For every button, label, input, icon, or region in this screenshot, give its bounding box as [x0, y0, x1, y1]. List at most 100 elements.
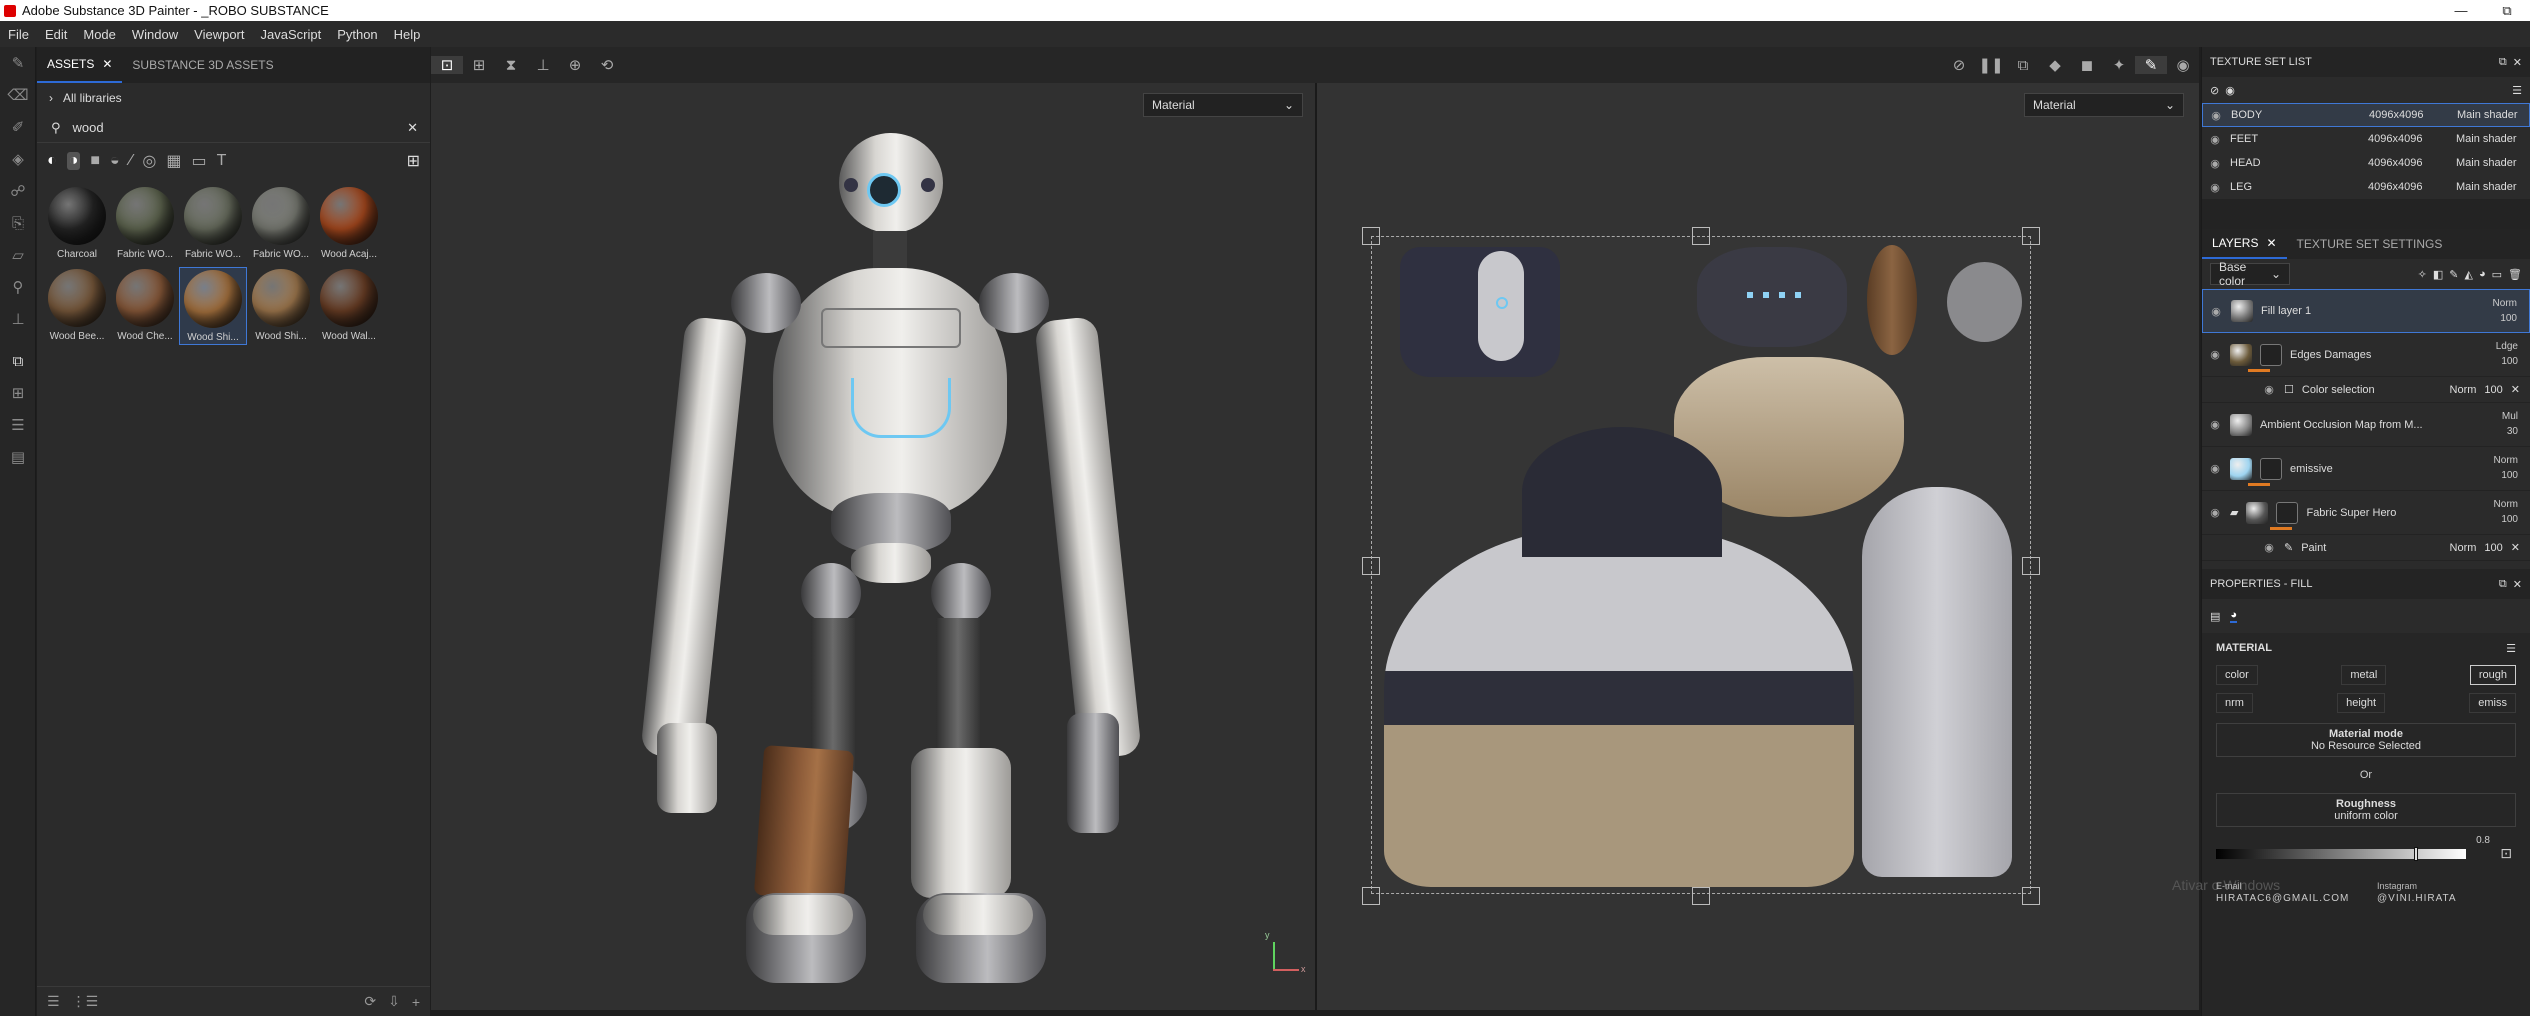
mask-thumbnail-icon[interactable] — [2276, 501, 2299, 524]
search-input[interactable]: wood — [73, 120, 396, 135]
float-panel-icon[interactable]: ⧉ — [2499, 56, 2507, 69]
mask-thumbnail-icon[interactable] — [2260, 343, 2282, 366]
symmetry-icon[interactable]: ⧗ — [495, 57, 527, 74]
pause-icon[interactable]: ❚❚ — [1975, 56, 2007, 74]
texture-set-row[interactable]: ◉ BODY 4096x4096 Main shader — [2202, 103, 2530, 127]
add-icon[interactable]: + — [412, 994, 420, 1010]
channel-height-button[interactable]: height — [2337, 693, 2386, 713]
menu-window[interactable]: Window — [124, 27, 186, 42]
menu-help[interactable]: Help — [386, 27, 429, 42]
section-menu-icon[interactable]: ☰ — [2506, 642, 2516, 655]
reset-camera-icon[interactable]: ⟲ — [591, 56, 623, 74]
layer-blend[interactable]: Mul 30 — [2502, 409, 2518, 439]
layer-row[interactable]: ◉ Fill layer 1 Norm 100 — [2202, 289, 2530, 333]
hide-icon[interactable]: ⊘ — [2210, 84, 2219, 97]
settings-menu-icon[interactable]: ☰ — [2512, 84, 2522, 97]
roughness-slider-thumb[interactable] — [2414, 847, 2418, 861]
tab-texture-set-settings[interactable]: TEXTURE SET SETTINGS — [2287, 229, 2453, 259]
filter-environments-icon[interactable]: ▭ — [191, 151, 206, 171]
menu-python[interactable]: Python — [329, 27, 385, 42]
assets-panel-icon[interactable]: ⧉ — [0, 345, 36, 377]
paint-mode-icon[interactable]: ✎ — [2135, 56, 2167, 74]
eye-icon[interactable]: ◉ — [2209, 305, 2223, 318]
layer-blend[interactable]: Norm 100 — [2494, 453, 2518, 483]
sub-layer-row[interactable]: ◉ ✎ Paint Norm 100 ✕ — [2202, 535, 2530, 561]
display-settings-icon[interactable]: ⧉ — [2007, 57, 2039, 74]
channel-metal-button[interactable]: metal — [2341, 665, 2387, 685]
align-icon[interactable]: ⊥ — [527, 56, 559, 74]
blend-mode[interactable]: Norm — [2450, 384, 2477, 396]
2d-view-mode-select[interactable]: Material ⌄ — [2024, 93, 2184, 117]
add-mask-icon[interactable]: ◧ — [2433, 268, 2443, 281]
refresh-icon[interactable]: ⟳ — [364, 993, 376, 1010]
filter-grunges-icon[interactable]: ▦ — [166, 151, 181, 171]
layer-row[interactable]: ◉ Edges Damages Ldge 100 — [2202, 333, 2530, 377]
eye-icon[interactable]: ◉ — [2208, 157, 2222, 170]
close-icon[interactable]: ✕ — [2513, 578, 2522, 591]
layer-blend[interactable]: Norm 100 — [2493, 296, 2517, 326]
log-icon[interactable]: ▤ — [0, 441, 36, 473]
asset-tile[interactable]: Fabric WO... — [247, 185, 315, 263]
geometry-mask-icon[interactable]: ◈ — [0, 143, 36, 175]
roughness-box[interactable]: Roughness uniform color — [2216, 793, 2516, 827]
asset-tile[interactable]: Wood Acaj... — [315, 185, 383, 263]
texture-set-shader[interactable]: Main shader — [2456, 157, 2517, 169]
mask-thumbnail-icon[interactable] — [2260, 457, 2282, 480]
tab-layers[interactable]: LAYERS ✕ — [2202, 229, 2287, 259]
eye-icon[interactable]: ◉ — [2208, 348, 2222, 361]
add-smart-material-icon[interactable]: ◕ — [2479, 268, 2486, 280]
eraser-icon[interactable]: ⌫ — [0, 79, 36, 111]
eye-icon[interactable]: ◉ — [2208, 181, 2222, 194]
layer-blend[interactable]: Norm 100 — [2494, 497, 2518, 527]
iray-icon[interactable]: ✦ — [2103, 56, 2135, 74]
add-fill-layer-icon[interactable]: ◭ — [2465, 268, 2473, 281]
opacity-value[interactable]: 100 — [2484, 542, 2502, 554]
eye-icon[interactable]: ◉ — [2262, 383, 2276, 396]
texture-set-shader[interactable]: Main shader — [2456, 133, 2517, 145]
screenshot-icon[interactable]: ◉ — [2167, 56, 2199, 74]
channel-nrm-button[interactable]: nrm — [2216, 693, 2253, 713]
uv-texture-sheet[interactable] — [1362, 227, 2040, 905]
eye-icon[interactable]: ◉ — [2208, 133, 2222, 146]
layer-row[interactable]: ◉ ▰ Fabric Super Hero Norm 100 — [2202, 491, 2530, 535]
asset-tile[interactable]: Wood Shi... — [247, 267, 315, 345]
tab-assets[interactable]: ASSETS ✕ — [37, 47, 123, 83]
texture-set-shader[interactable]: Main shader — [2456, 181, 2517, 193]
filter-smart-materials-icon[interactable]: ◑ — [66, 152, 81, 170]
history-icon[interactable]: ☰ — [0, 409, 36, 441]
menu-viewport[interactable]: Viewport — [186, 27, 252, 42]
menu-edit[interactable]: Edit — [37, 27, 75, 42]
layer-row[interactable]: ◉ Ambient Occlusion Map from M... Mul 30 — [2202, 403, 2530, 447]
filter-materials-icon[interactable]: ◐ — [47, 152, 57, 170]
restore-button[interactable]: ⧉ — [2484, 3, 2530, 19]
asset-tile[interactable]: Wood Wal... — [315, 267, 383, 345]
layer-blend[interactable]: Ldge 100 — [2496, 339, 2518, 369]
asset-tile[interactable]: Fabric WO... — [111, 185, 179, 263]
smudge-icon[interactable]: ☍ — [0, 175, 36, 207]
close-icon[interactable]: ✕ — [2511, 541, 2530, 554]
visibility-icon[interactable]: ◉ — [2225, 84, 2235, 97]
minimize-button[interactable]: — — [2438, 3, 2484, 19]
filter-brushes-icon[interactable]: ⁄ — [130, 152, 133, 170]
texture-set-shader[interactable]: Main shader — [2457, 109, 2518, 121]
delete-layer-icon[interactable]: 🗑 — [2508, 268, 2522, 281]
add-paint-layer-icon[interactable]: ✎ — [2449, 268, 2458, 281]
asset-tile[interactable]: Wood Shi... — [179, 267, 247, 345]
close-icon[interactable]: ✕ — [2266, 236, 2276, 250]
split-view-icon[interactable]: ⊞ — [463, 56, 495, 74]
add-folder-icon[interactable]: ▭ — [2492, 268, 2502, 281]
3d-view[interactable]: Material ⌄ y x — [431, 83, 1315, 1010]
close-icon[interactable]: ✕ — [2513, 56, 2522, 69]
hide-ui-icon[interactable]: ⊘ — [1943, 56, 1975, 74]
material-mode-box[interactable]: Material mode No Resource Selected — [2216, 723, 2516, 757]
float-panel-icon[interactable]: ⧉ — [2499, 578, 2507, 591]
close-icon[interactable]: ✕ — [2511, 383, 2530, 396]
filter-smart-masks-icon[interactable]: ◒ — [110, 152, 120, 170]
asset-tile[interactable]: Wood Bee... — [43, 267, 111, 345]
paint-brush-icon[interactable]: ✎ — [0, 47, 36, 79]
sub-layer-row[interactable]: ◉ ☐ Color selection Norm 100 ✕ — [2202, 377, 2530, 403]
opacity-value[interactable]: 100 — [2484, 384, 2502, 396]
close-icon[interactable]: ✕ — [102, 57, 112, 71]
tab-substance-3d-assets[interactable]: SUBSTANCE 3D ASSETS — [122, 47, 283, 83]
list-settings-icon[interactable]: ☰ — [47, 993, 60, 1010]
